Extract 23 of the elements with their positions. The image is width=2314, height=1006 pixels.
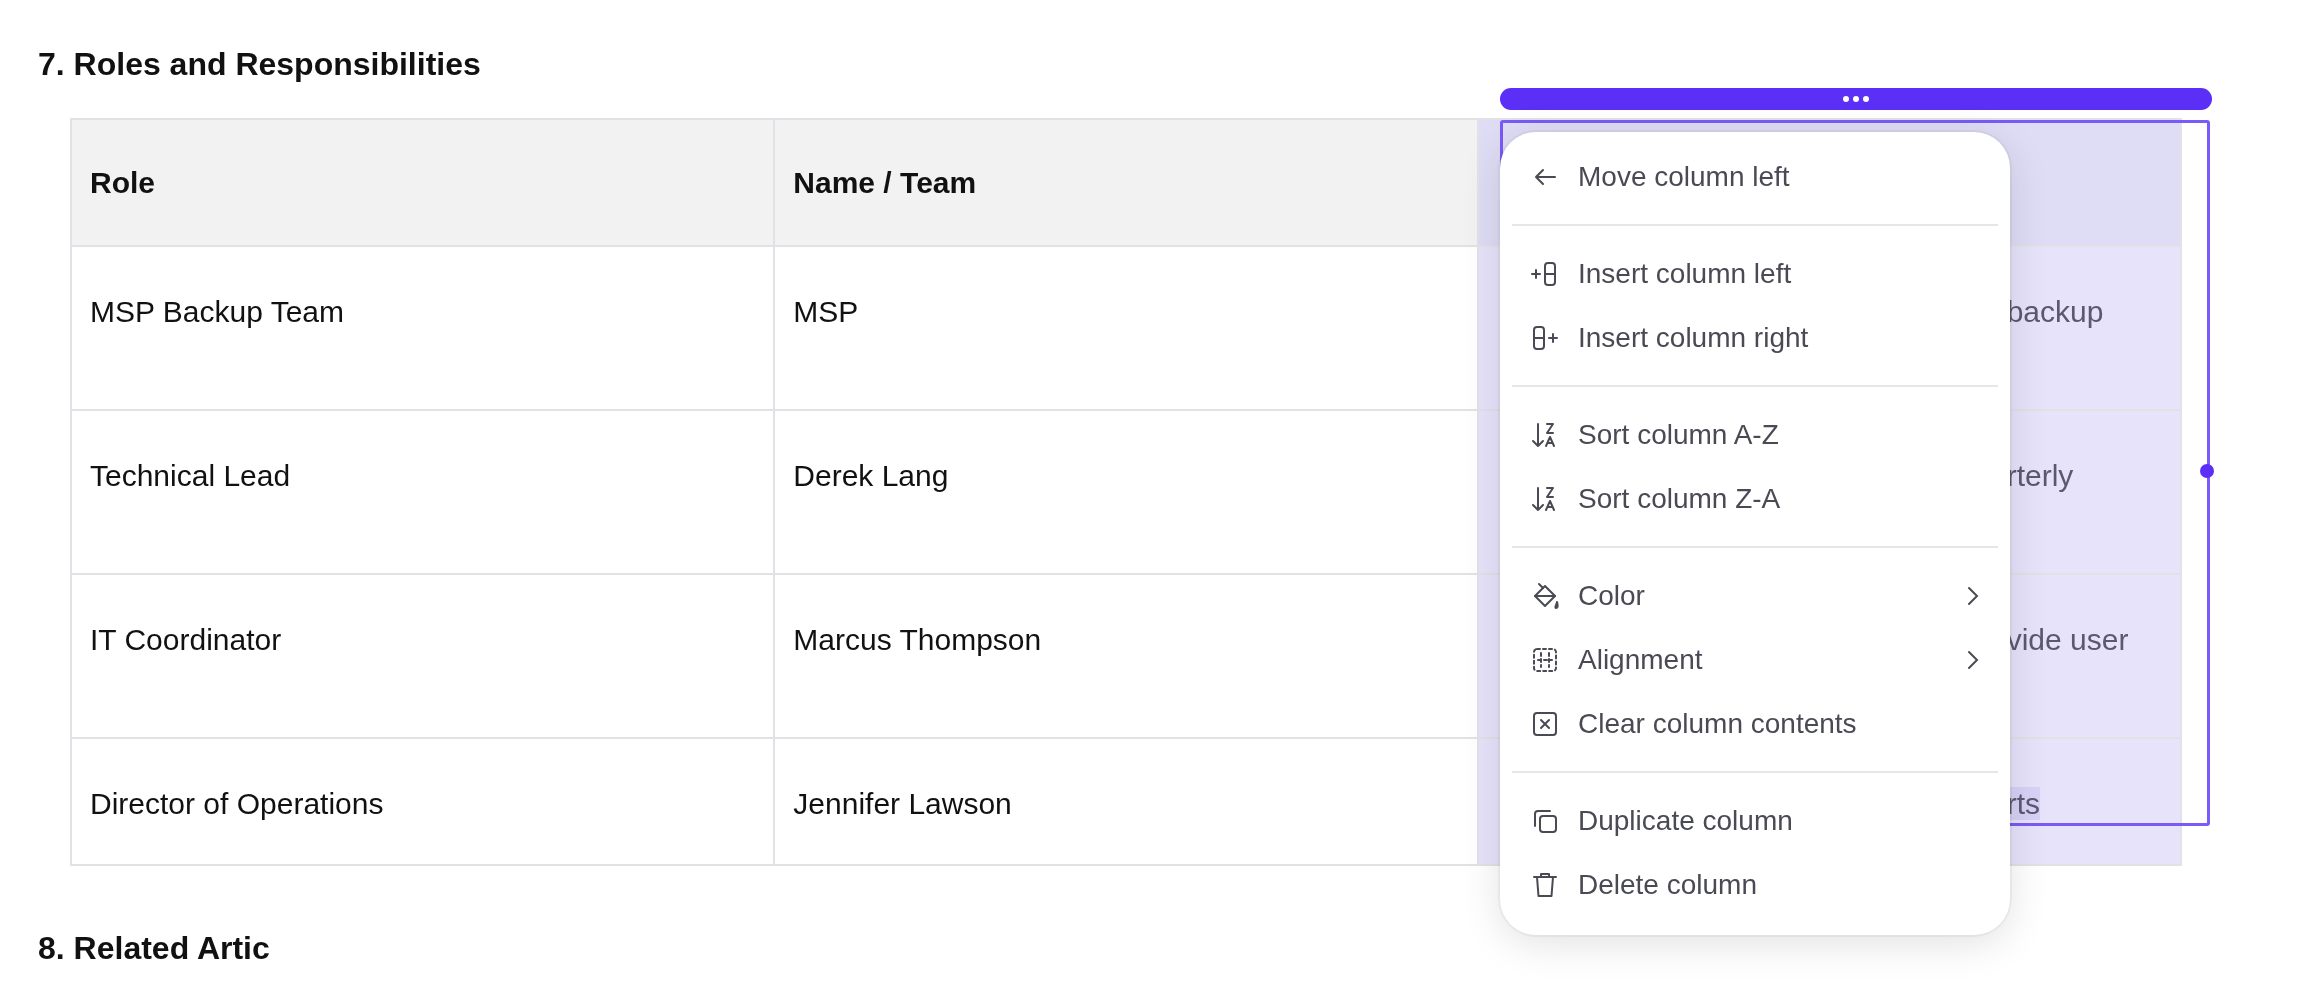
table-cell: Director of Operations <box>71 738 775 865</box>
table-cell: MSP Backup Team <box>71 246 775 410</box>
section-heading: 8. Related Artic <box>38 929 271 968</box>
section-heading: 7. Roles and Responsibilities <box>38 45 482 84</box>
column-drag-handle[interactable] <box>1500 88 2212 110</box>
table-cell: Derek Lang <box>774 410 1478 574</box>
table-cell: IT Coordinator <box>71 574 775 738</box>
table-cell: Marcus Thompson <box>774 574 1478 738</box>
column-header: Name / Team <box>774 119 1478 246</box>
resize-handle[interactable] <box>2200 464 2214 478</box>
insert-right-icon <box>1530 323 1560 353</box>
trash-icon <box>1530 870 1560 900</box>
menu-item[interactable]: Duplicate column <box>1512 789 1998 853</box>
table-cell: Technical Lead <box>71 410 775 574</box>
alignment-grid-icon <box>1530 645 1560 675</box>
menu-item[interactable]: Alignment <box>1512 628 1998 692</box>
menu-item[interactable]: Insert column right <box>1512 306 1998 370</box>
clear-box-icon <box>1530 709 1560 739</box>
column-header: Role <box>71 119 775 246</box>
table-cell: MSP <box>774 246 1478 410</box>
table-cell: Jennifer Lawson <box>774 738 1478 865</box>
more-icon <box>1843 96 1869 102</box>
menu-item[interactable]: Sort column Z-A <box>1512 467 1998 531</box>
